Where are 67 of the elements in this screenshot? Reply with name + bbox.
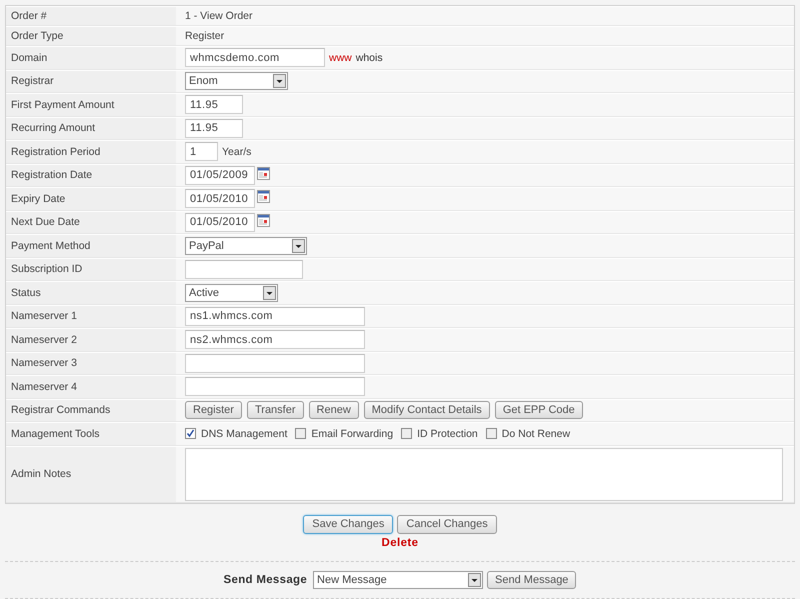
calendar-icon[interactable]: [257, 214, 270, 227]
input-field[interactable]: 1: [185, 142, 218, 162]
field-label: First Payment Amount: [11, 98, 114, 111]
dropdown[interactable]: PayPal: [185, 236, 307, 255]
field-label: Registrar Commands: [11, 404, 110, 416]
checkbox-label: ID Protection: [417, 428, 478, 440]
field-label: Order Type: [11, 30, 64, 42]
date-field[interactable]: 01/05/2010: [185, 212, 255, 232]
input-field[interactable]: [185, 354, 365, 373]
caret-icon[interactable]: [273, 74, 286, 88]
whois-link[interactable]: whois: [356, 52, 383, 64]
field-label: Recurring Amount: [11, 122, 96, 134]
calendar-icon[interactable]: [257, 190, 270, 204]
command-button[interactable]: Modify Contact Details: [364, 401, 490, 420]
dropdown[interactable]: Enom: [185, 72, 288, 90]
field-label: Management Tools: [11, 428, 100, 440]
cancel-button[interactable]: Cancel Changes: [397, 514, 497, 534]
field-label: Payment Method: [11, 240, 90, 252]
input-field[interactable]: ns1.whmcs.com: [185, 306, 365, 326]
command-button[interactable]: Register: [185, 401, 242, 420]
input-field[interactable]: 11.95: [185, 118, 243, 138]
message-dropdown[interactable]: New Message: [313, 570, 484, 588]
send-message-label: Send Message: [224, 574, 308, 586]
checkbox[interactable]: [401, 428, 412, 440]
calendar-icon[interactable]: [257, 166, 270, 180]
caret-icon[interactable]: [292, 238, 305, 253]
command-button[interactable]: Transfer: [246, 401, 304, 420]
field-label: Status: [11, 286, 41, 299]
dropdown[interactable]: Active: [185, 284, 278, 302]
checkbox[interactable]: [295, 428, 306, 440]
field-label: Registration Date: [11, 169, 92, 182]
field-label: Admin Notes: [11, 468, 72, 480]
caret-icon[interactable]: [468, 572, 482, 586]
field-value: Register: [185, 30, 224, 42]
date-field[interactable]: 01/05/2009: [185, 166, 255, 185]
notes-field[interactable]: [185, 448, 783, 500]
checkbox-label: Do Not Renew: [502, 428, 570, 440]
field-label: Nameserver 4: [11, 380, 77, 393]
date-field[interactable]: 01/05/2010: [185, 189, 255, 208]
field-label: Expiry Date: [11, 192, 66, 205]
input-field[interactable]: [185, 260, 303, 279]
input-field[interactable]: 11.95: [185, 95, 243, 114]
checkbox-label: Email Forwarding: [311, 428, 394, 440]
field-label: Subscription ID: [11, 263, 82, 276]
www-link[interactable]: www: [329, 52, 352, 64]
caret-icon[interactable]: [263, 286, 276, 300]
field-label: Next Due Date: [11, 216, 80, 228]
field-label: Nameserver 2: [11, 334, 77, 346]
checkbox[interactable]: [486, 428, 497, 440]
command-button[interactable]: Get EPP Code: [494, 401, 583, 420]
field-label: Nameserver 1: [11, 310, 77, 322]
field-value: 1 - View Order: [185, 10, 252, 22]
field-label: Registration Period: [11, 146, 100, 158]
input-field[interactable]: whmcsdemo.com: [185, 48, 325, 68]
checkbox-label: DNS Management: [201, 428, 288, 440]
save-button[interactable]: Save Changes: [303, 514, 394, 534]
field-label: Domain: [11, 52, 48, 64]
checkbox[interactable]: [185, 428, 196, 440]
input-field[interactable]: ns2.whmcs.com: [185, 330, 365, 350]
send-message-button[interactable]: Send Message: [487, 570, 576, 588]
unit-label: Year/s: [222, 146, 252, 158]
field-label: Nameserver 3: [11, 357, 77, 370]
field-label: Order #: [11, 10, 47, 22]
command-button[interactable]: Renew: [308, 401, 359, 420]
input-field[interactable]: [185, 377, 365, 396]
field-label: Registrar: [11, 75, 54, 88]
delete-link[interactable]: Delete: [382, 536, 418, 548]
